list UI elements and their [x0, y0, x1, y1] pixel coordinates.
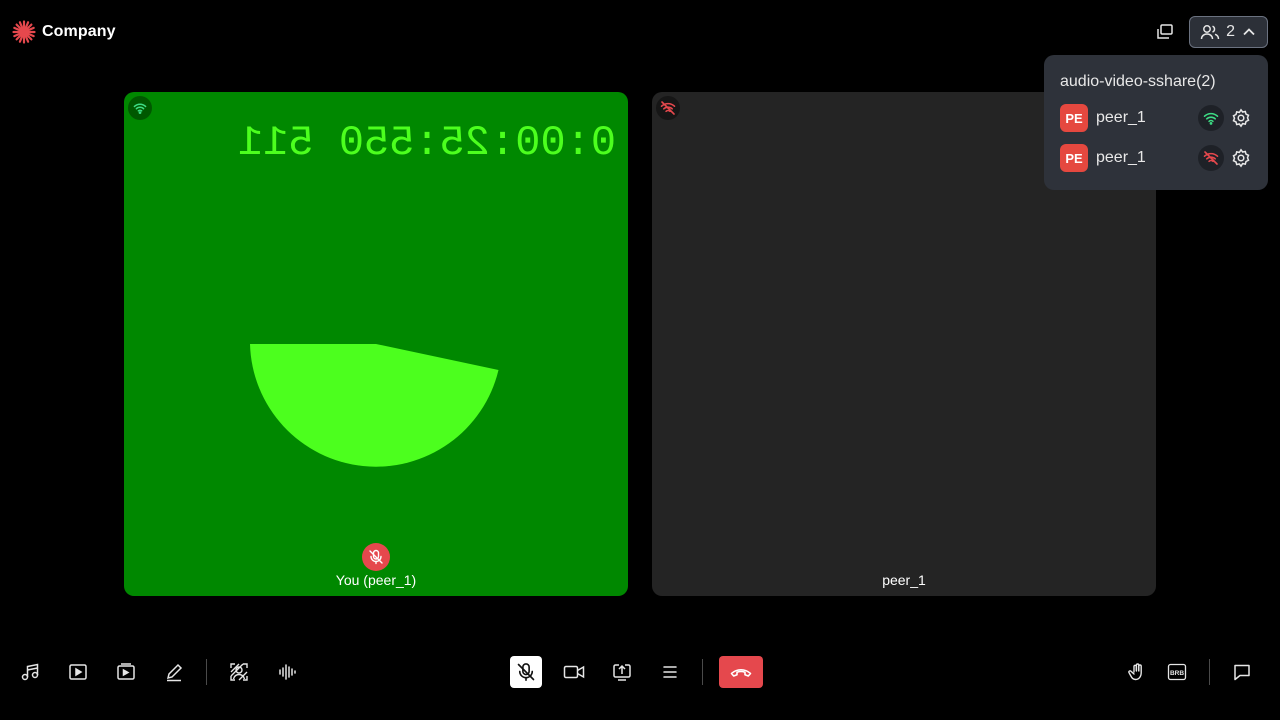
- participants-panel: audio-video-sshare(2) PE peer_1 PE peer_…: [1044, 55, 1268, 190]
- play-video-button[interactable]: [62, 656, 94, 688]
- virtual-background-button[interactable]: [223, 656, 255, 688]
- whiteboard-button[interactable]: [158, 656, 190, 688]
- toolbar-divider: [206, 659, 207, 685]
- music-button[interactable]: [14, 656, 46, 688]
- video-file-button[interactable]: [110, 656, 142, 688]
- toolbar-right: BRB: [1121, 656, 1258, 688]
- toolbar-center: [510, 656, 763, 688]
- pip-button[interactable]: [1149, 16, 1181, 48]
- video-tile-local[interactable]: 0:00:25:550 511 You (peer_1): [124, 92, 628, 596]
- brand: Company: [12, 20, 116, 44]
- menu-icon: [663, 666, 677, 678]
- participant-name: peer_1: [1096, 109, 1146, 126]
- toolbar-left: [14, 656, 319, 688]
- toggle-video-button[interactable]: [558, 656, 590, 688]
- chat-icon: [1234, 664, 1250, 681]
- brb-icon: BRB: [1167, 663, 1187, 681]
- header-actions: 2: [1149, 16, 1268, 48]
- mic-off-icon: [517, 663, 535, 681]
- participant-settings-button[interactable]: [1230, 147, 1252, 169]
- wifi-icon: [1203, 112, 1219, 125]
- gear-icon: [1232, 108, 1250, 128]
- play-video-icon: [69, 664, 87, 680]
- leave-call-icon: [730, 668, 752, 677]
- more-options-button[interactable]: [654, 656, 686, 688]
- music-icon: [21, 663, 39, 681]
- video-timestamp-text: 0:00:25:550 511: [238, 119, 616, 167]
- participant-row: PE peer_1: [1060, 104, 1252, 132]
- avatar: PE: [1060, 144, 1088, 172]
- brb-button[interactable]: BRB: [1161, 656, 1193, 688]
- muted-badge: [362, 543, 390, 571]
- audio-effects-button[interactable]: [271, 656, 303, 688]
- video-camera-icon: [563, 665, 585, 679]
- gear-icon: [1232, 148, 1250, 168]
- raise-hand-button[interactable]: [1121, 656, 1153, 688]
- toggle-audio-button[interactable]: [510, 656, 542, 688]
- avatar: PE: [1060, 104, 1088, 132]
- participant-name: peer_1: [1096, 149, 1146, 166]
- wifi-off-icon: [660, 101, 676, 115]
- video-file-icon: [117, 663, 135, 680]
- wifi-off-icon: [1203, 151, 1219, 165]
- virtual-background-icon: [230, 663, 248, 681]
- mic-off-icon: [369, 549, 383, 565]
- svg-text:BRB: BRB: [1170, 670, 1184, 677]
- toolbar-divider: [702, 659, 703, 685]
- tile-name: You (peer_1): [335, 572, 417, 588]
- pencil-icon: [166, 663, 183, 682]
- participant-settings-button[interactable]: [1230, 107, 1252, 129]
- toolbar-divider: [1209, 659, 1210, 685]
- video-shape: [250, 344, 499, 467]
- picture-in-picture-icon: [1157, 24, 1173, 39]
- leave-call-button[interactable]: [719, 656, 763, 688]
- room-title: audio-video-sshare(2): [1060, 73, 1216, 90]
- audio-waveform-icon: [279, 664, 296, 680]
- screen-share-button[interactable]: [606, 656, 638, 688]
- people-icon: [1200, 25, 1220, 40]
- brand-name: Company: [42, 23, 116, 40]
- raise-hand-icon: [1128, 663, 1142, 681]
- network-status: [128, 96, 152, 120]
- wifi-icon: [133, 103, 147, 114]
- tile-name: peer_1: [882, 572, 926, 588]
- company-logo: [12, 20, 36, 44]
- network-status: [1198, 105, 1224, 131]
- screen-share-icon: [613, 664, 631, 681]
- network-status: [656, 96, 680, 120]
- participants-button[interactable]: 2: [1189, 16, 1268, 48]
- chevron-up-icon: [1243, 28, 1255, 36]
- participant-count: 2: [1226, 23, 1235, 40]
- chat-button[interactable]: [1226, 656, 1258, 688]
- video-feed: 0:00:25:550 511: [238, 119, 616, 467]
- participant-row: PE peer_1: [1060, 144, 1252, 172]
- network-status: [1198, 145, 1224, 171]
